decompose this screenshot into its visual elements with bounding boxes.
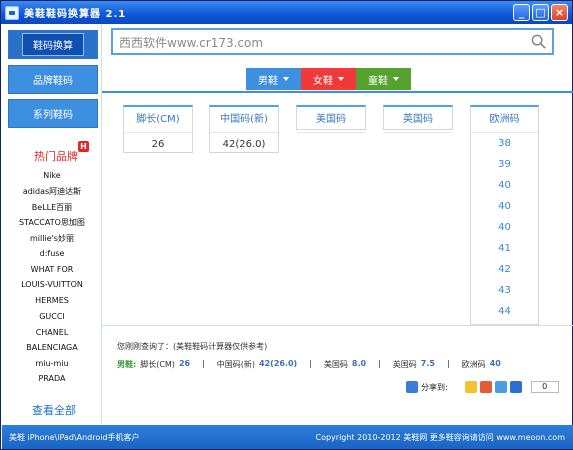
- sidebar: 鞋码换算 品牌鞋码 系列鞋码 热门品牌 H Nike adidas阿迪达斯 Be…: [2, 24, 102, 424]
- result-uk-value: 7.5: [420, 359, 435, 368]
- divider: [102, 325, 573, 326]
- chevron-down-icon: [283, 77, 289, 81]
- eu-size-value[interactable]: 40: [471, 217, 538, 238]
- tab-men[interactable]: 男鞋: [246, 68, 301, 90]
- tab-men-label: 男鞋: [258, 75, 278, 87]
- eu-size-column: 欧洲码 38 39 40 40 40 41 42 43 44: [470, 105, 539, 325]
- minimize-button[interactable]: _: [513, 4, 530, 21]
- result-sep: |: [378, 359, 381, 368]
- tab-women[interactable]: 女鞋: [301, 68, 356, 90]
- tab-women-label: 女鞋: [313, 75, 333, 87]
- result-china-value: 42(26.0): [259, 359, 298, 368]
- tencent-weibo-icon[interactable]: [494, 381, 507, 393]
- brand-link-prada[interactable]: PRADA: [2, 374, 102, 383]
- weibo-icon[interactable]: [479, 381, 492, 393]
- china-size-header: 中国码(新): [210, 107, 278, 133]
- renren-icon[interactable]: [509, 381, 522, 393]
- view-all-link[interactable]: 查看全部: [32, 402, 76, 418]
- result-uk-label: 英国码: [392, 360, 417, 369]
- title-bar[interactable]: 美鞋鞋码换算器 2.1 _ □ ×: [1, 1, 572, 24]
- search-placeholder: 西西软件www.cr173.com: [119, 36, 264, 50]
- search-input[interactable]: 西西软件www.cr173.com: [111, 28, 554, 55]
- result-china-label: 中国码(新): [216, 360, 256, 369]
- size-convert-button[interactable]: 鞋码换算: [8, 30, 98, 59]
- foot-length-column: 脚长(CM) 26: [123, 105, 193, 153]
- search-icon[interactable]: [531, 34, 546, 49]
- app-icon: [5, 5, 19, 20]
- eu-size-header: 欧洲码: [471, 107, 538, 133]
- copyright-text[interactable]: Copyright 2010-2012 美鞋网 更多鞋容询请访问 www.meo…: [315, 432, 565, 443]
- maximize-button[interactable]: □: [532, 4, 549, 21]
- us-size-column: 美国码: [296, 105, 366, 133]
- brand-link-balenciaga[interactable]: BALENCIAGA: [2, 343, 102, 352]
- foot-length-value[interactable]: 26: [124, 133, 192, 150]
- hot-brands-title: 热门品牌: [34, 150, 78, 163]
- china-size-column: 中国码(新) 42(26.0): [209, 105, 279, 153]
- qzone-icon[interactable]: [464, 381, 477, 393]
- brand-link-chanel[interactable]: CHANEL: [2, 328, 102, 337]
- brand-link-nike[interactable]: Nike: [2, 171, 102, 180]
- query-result: 男鞋: 脚长(CM) 26 | 中国码(新) 42(26.0) | 美国码 8.…: [117, 359, 501, 370]
- window-title: 美鞋鞋码换算器 2.1: [24, 9, 127, 20]
- share-label: 分享到:: [421, 382, 448, 392]
- brand-link-gucci[interactable]: GUCCI: [2, 312, 102, 321]
- query-note: 您刚刚查询了：(美鞋鞋码计算器仅供参考): [117, 342, 268, 351]
- result-sep: |: [446, 359, 450, 368]
- result-eu-label: 欧洲码: [461, 360, 486, 369]
- brand-link-dfuse[interactable]: d:fuse: [2, 249, 102, 258]
- share-plus-icon[interactable]: [406, 381, 418, 393]
- eu-size-value[interactable]: 42: [471, 259, 538, 280]
- foot-length-header: 脚长(CM): [124, 107, 192, 133]
- chevron-down-icon: [393, 77, 399, 81]
- eu-size-value[interactable]: 44: [471, 301, 538, 322]
- share-bar: 分享到: 0: [406, 381, 559, 393]
- brand-link-whatfor[interactable]: WHAT FOR: [2, 265, 102, 274]
- brand-link-miumiu[interactable]: miu-miu: [2, 359, 102, 368]
- result-sep: |: [309, 359, 312, 368]
- eu-size-value[interactable]: 41: [471, 238, 538, 259]
- china-size-value[interactable]: 42(26.0): [210, 133, 278, 150]
- tab-kids-label: 童鞋: [368, 75, 388, 87]
- brand-link-lv[interactable]: LOUIS-VUITTON: [2, 280, 102, 289]
- tab-kids[interactable]: 童鞋: [356, 68, 411, 90]
- brand-size-button[interactable]: 品牌鞋码: [8, 65, 98, 94]
- brand-link-belle[interactable]: BeLLE百丽: [2, 202, 102, 213]
- status-bar: 美鞋 iPhone\iPad\Android手机客户 Copyright 201…: [2, 425, 573, 449]
- eu-size-value[interactable]: 38: [471, 133, 538, 154]
- share-count: 0: [530, 381, 559, 393]
- result-gender: 男鞋:: [117, 360, 137, 369]
- result-foot-value: 26: [178, 359, 191, 368]
- brand-link-staccato[interactable]: STACCATO思加图: [2, 217, 102, 228]
- uk-size-column: 英国码: [383, 105, 453, 133]
- close-button[interactable]: ×: [551, 4, 568, 21]
- us-size-header: 美国码: [297, 107, 365, 133]
- hot-badge: H: [78, 141, 89, 152]
- result-us-value: 8.0: [351, 359, 367, 368]
- result-eu-value: 40: [489, 359, 501, 368]
- mobile-client-link[interactable]: 美鞋 iPhone\iPad\Android手机客户: [9, 432, 140, 443]
- chevron-down-icon: [338, 77, 344, 81]
- eu-size-value[interactable]: 43: [471, 280, 538, 301]
- result-foot-label: 脚长(CM): [140, 360, 175, 369]
- series-size-button[interactable]: 系列鞋码: [8, 99, 98, 128]
- result-sep: |: [202, 359, 205, 368]
- eu-size-value[interactable]: 40: [471, 175, 538, 196]
- result-us-label: 美国码: [323, 360, 348, 369]
- eu-size-value[interactable]: 39: [471, 154, 538, 175]
- brand-link-adidas[interactable]: adidas阿迪达斯: [2, 186, 102, 197]
- tab-underline: [102, 91, 573, 93]
- brand-link-millies[interactable]: millie's妙丽: [2, 233, 102, 244]
- size-convert-label: 鞋码换算: [22, 33, 84, 56]
- eu-size-value[interactable]: 40: [471, 196, 538, 217]
- uk-size-header: 英国码: [384, 107, 452, 133]
- brand-link-hermes[interactable]: HERMES: [2, 296, 102, 305]
- app-window: 美鞋鞋码换算器 2.1 _ □ × 鞋码换算 品牌鞋码 系列鞋码 热门品牌 H …: [0, 0, 573, 450]
